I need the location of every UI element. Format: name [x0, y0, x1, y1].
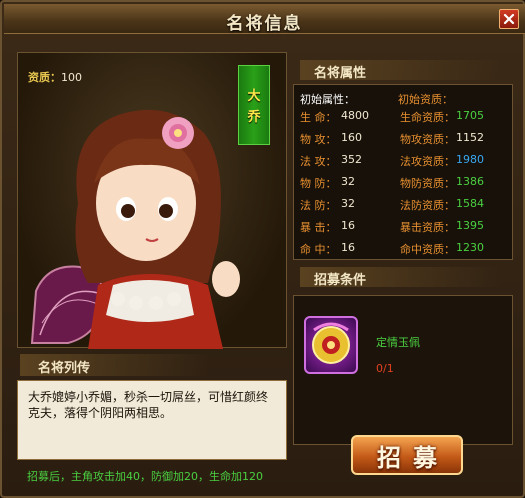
- attr-name: 物 防：: [300, 177, 337, 190]
- attributes-header: 名将属性: [300, 60, 500, 81]
- recruit-button[interactable]: 招募: [351, 435, 463, 475]
- apt-value: 1584: [456, 197, 484, 210]
- apt-name: 法攻资质：: [400, 155, 455, 168]
- attr-name: 命 中：: [300, 243, 337, 256]
- title-bar: 名将信息: [4, 4, 525, 34]
- attr-value: 4800: [341, 109, 369, 122]
- apt-value: 1395: [456, 219, 484, 232]
- recruit-button-label: 招募: [377, 443, 449, 472]
- attribute-row: 法 防： 32 法防资质： 1584: [294, 197, 514, 219]
- close-button[interactable]: [499, 9, 519, 29]
- apt-name: 命中资质：: [400, 243, 455, 256]
- recruit-bonus-text: 招募后，主角攻击加40，防御加20，生命加120: [27, 470, 263, 483]
- general-portrait: [30, 109, 240, 349]
- biography-title: 名将列传: [38, 361, 91, 376]
- attr-value: 352: [341, 153, 362, 166]
- recruit-conditions-panel: 定情玉佩 0/1: [293, 295, 513, 445]
- apt-name: 物攻资质：: [400, 133, 455, 146]
- attr-name: 法 防：: [300, 199, 337, 212]
- apt-value: 1980: [456, 153, 484, 166]
- attribute-row: 法 攻： 352 法攻资质： 1980: [294, 153, 514, 175]
- attribute-row: 暴 击： 16 暴击资质： 1395: [294, 219, 514, 241]
- hair-flower-icon: [162, 117, 194, 149]
- attribute-row: 生 命： 4800 生命资质： 1705: [294, 109, 514, 131]
- attr-value: 32: [341, 197, 355, 210]
- attr-name: 法 攻：: [300, 155, 337, 168]
- biography-header: 名将列传: [20, 354, 210, 376]
- general-info-window: 名将信息 资质：100 大 乔 名将列传 大乔媲婷小乔媚，秒杀一切屌丝，可惜红颜…: [0, 0, 525, 498]
- attr-value: 32: [341, 175, 355, 188]
- recruit-conditions-header: 招募条件: [300, 267, 500, 288]
- apt-name: 法防资质：: [400, 199, 455, 212]
- attribute-row: 命 中： 16 命中资质： 1230: [294, 241, 514, 263]
- apt-value: 1230: [456, 241, 484, 254]
- recruit-conditions-title: 招募条件: [314, 273, 367, 288]
- apt-value: 1152: [456, 131, 484, 144]
- attribute-row: 物 攻： 160 物攻资质： 1152: [294, 131, 514, 153]
- apt-value: 1705: [456, 109, 484, 122]
- apt-name: 暴击资质：: [400, 221, 455, 234]
- attr-value: 16: [341, 219, 355, 232]
- attr-name: 生 命：: [300, 111, 337, 124]
- required-item-name: 定情玉佩: [376, 336, 420, 349]
- attributes-panel: 初始属性： 初始资质： 生 命： 4800 生命资质： 1705 物 攻： 16…: [293, 84, 513, 260]
- attribute-row: 物 防： 32 物防资质： 1386: [294, 175, 514, 197]
- attributes-title: 名将属性: [314, 66, 367, 81]
- apt-name: 生命资质：: [400, 111, 455, 124]
- window-title: 名将信息: [226, 14, 303, 34]
- required-item-slot[interactable]: [304, 316, 358, 374]
- attr-value: 16: [341, 241, 355, 254]
- attr-name: 物 攻：: [300, 133, 337, 146]
- initial-aptitude-label: 初始资质：: [398, 93, 453, 106]
- apt-name: 物防资质：: [400, 177, 455, 190]
- portrait-panel: 资质：100 大 乔: [17, 52, 287, 349]
- required-item-count: 0/1: [376, 362, 394, 375]
- initial-attributes-label: 初始属性：: [300, 93, 355, 106]
- jade-pendant-icon: [312, 322, 350, 364]
- apt-value: 1386: [456, 175, 484, 188]
- attr-name: 暴 击：: [300, 221, 337, 234]
- attr-value: 160: [341, 131, 362, 144]
- biography-text: 大乔媲婷小乔媚，秒杀一切屌丝，可惜红颜终克夫，落得个阴阳两相思。: [17, 380, 287, 460]
- close-icon: [503, 13, 515, 25]
